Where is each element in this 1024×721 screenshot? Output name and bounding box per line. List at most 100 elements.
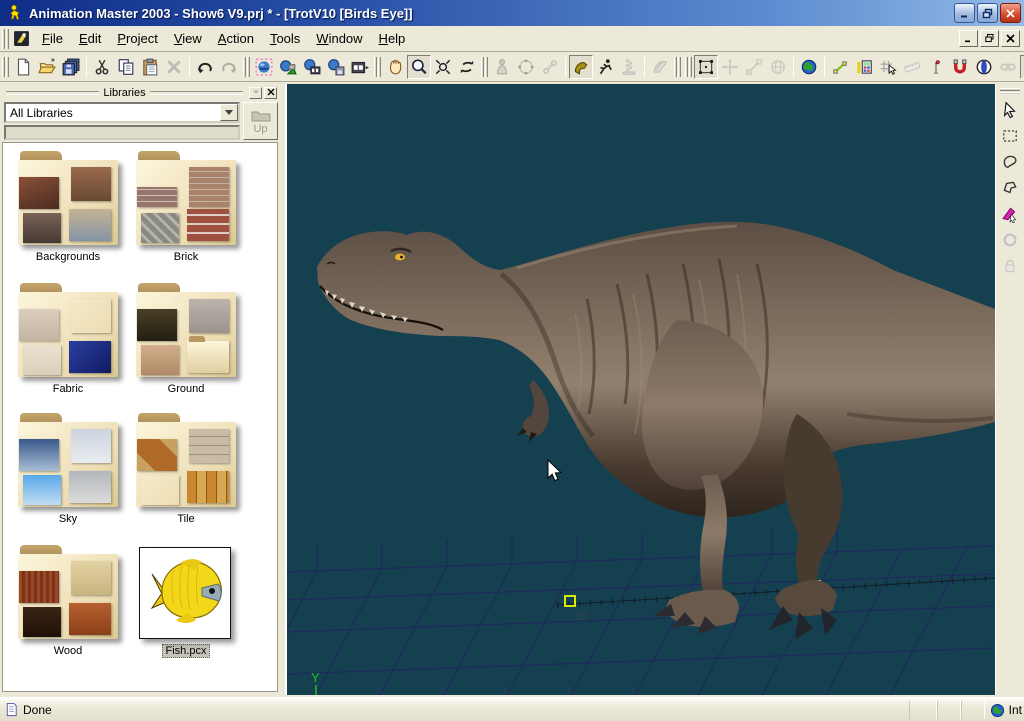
toolbar-gripper[interactable] [1000, 87, 1020, 94]
paste-button[interactable] [138, 55, 162, 79]
render-movie-button[interactable] [300, 55, 324, 79]
combo-dropdown-button[interactable] [220, 104, 238, 121]
mdi-minimize-button[interactable] [959, 30, 978, 47]
chevron-down-icon [252, 88, 260, 96]
pointer-tool-button[interactable] [998, 98, 1022, 122]
link-button[interactable] [996, 55, 1020, 79]
render-to-file-icon [327, 58, 345, 76]
menu-project[interactable]: Project [109, 28, 165, 49]
menu-gripper[interactable] [2, 29, 9, 49]
render-model-button[interactable] [252, 55, 276, 79]
polygon-lasso-select-button[interactable] [998, 176, 1022, 200]
bone-button[interactable] [538, 55, 562, 79]
text-button[interactable]: A [1020, 55, 1024, 79]
translate-button[interactable] [718, 55, 742, 79]
restore-button[interactable] [977, 3, 998, 23]
copy-button[interactable] [114, 55, 138, 79]
library-item-fabric[interactable]: Fabric [9, 283, 127, 397]
toolbar-gripper[interactable] [481, 57, 488, 77]
library-item-label: Backgrounds [33, 251, 103, 263]
render-to-file-button[interactable] [324, 55, 348, 79]
character-button[interactable] [490, 55, 514, 79]
dynamics-button[interactable] [617, 55, 641, 79]
world-wireframe-button[interactable] [766, 55, 790, 79]
save-all-button[interactable] [59, 55, 83, 79]
menu-view[interactable]: View [166, 28, 210, 49]
mdi-restore-button[interactable] [980, 30, 999, 47]
measure-button[interactable] [900, 55, 924, 79]
library-item-ground[interactable]: Ground [127, 283, 245, 397]
menu-help[interactable]: Help [371, 28, 414, 49]
undo-button[interactable] [193, 55, 217, 79]
pin-button[interactable] [924, 55, 948, 79]
toolbar-gripper[interactable] [2, 57, 9, 77]
shell-button[interactable] [648, 55, 672, 79]
group-pick-button[interactable] [998, 202, 1022, 226]
zoom-button[interactable] [407, 55, 431, 79]
library-item-fish[interactable]: Fish.pcx [127, 545, 245, 659]
close-button[interactable] [1000, 3, 1021, 23]
toolbar-gripper[interactable] [674, 57, 681, 77]
redo-button[interactable] [217, 55, 241, 79]
toolbar-separator [189, 57, 190, 77]
skeletal-mode-button[interactable] [593, 55, 617, 79]
render-shaded-button[interactable] [276, 55, 300, 79]
child-window-icon[interactable] [13, 30, 30, 47]
model-vertices-icon [517, 58, 535, 76]
menu-edit[interactable]: Edit [71, 28, 109, 49]
scale-button[interactable] [742, 55, 766, 79]
marquee-select-button[interactable] [998, 124, 1022, 148]
turn-icon [458, 58, 476, 76]
keyframe-marker-20[interactable]: 20 [565, 596, 589, 623]
mdi-close-button[interactable] [1001, 30, 1020, 47]
filmstrip-button[interactable] [348, 55, 372, 79]
magnet-button[interactable] [948, 55, 972, 79]
new-button[interactable] [11, 55, 35, 79]
open-folder-icon [38, 58, 56, 76]
manipulator-box-button[interactable] [694, 55, 718, 79]
library-item-backgrounds[interactable]: Backgrounds [9, 151, 127, 265]
mdi-restore-icon [985, 34, 994, 43]
up-button[interactable]: Up [243, 102, 278, 140]
library-item-sky[interactable]: Sky [9, 413, 127, 527]
library-item-wood[interactable]: Wood [9, 545, 127, 659]
zoom-fit-button[interactable] [431, 55, 455, 79]
open-button[interactable] [35, 55, 59, 79]
snap-grid-button[interactable] [876, 55, 900, 79]
toolbar-gripper[interactable] [243, 57, 250, 77]
library-item-brick[interactable]: Brick [127, 151, 245, 265]
minimize-button[interactable] [954, 3, 975, 23]
libraries-panel-title: Libraries [103, 87, 145, 99]
muscle-mode-button[interactable] [569, 55, 593, 79]
library-item-label: Wood [51, 645, 86, 657]
delete-button[interactable] [162, 55, 186, 79]
turn-button[interactable] [455, 55, 479, 79]
group-pick-icon [1001, 205, 1019, 223]
toolbar-gripper[interactable] [374, 57, 381, 77]
front-back-sphere-button[interactable] [972, 55, 996, 79]
model-vertices-button[interactable] [514, 55, 538, 79]
magnet-icon [951, 58, 969, 76]
toolbar-gripper[interactable] [685, 57, 692, 77]
menu-action[interactable]: Action [210, 28, 262, 49]
menu-file[interactable]: File [34, 28, 71, 49]
menu-window[interactable]: Window [308, 28, 370, 49]
library-item-tile[interactable]: Tile [127, 413, 245, 527]
panel-close-button[interactable] [264, 87, 277, 99]
add-bone-button[interactable] [828, 55, 852, 79]
library-select[interactable]: All Libraries [4, 102, 240, 123]
window-title: Animation Master 2003 - Show6 V9.prj * -… [29, 6, 413, 21]
rotate-tool-button[interactable] [998, 228, 1022, 252]
viewport[interactable]: 20 0 [287, 84, 995, 695]
pointer-icon [1001, 101, 1019, 119]
key-properties-button[interactable] [852, 55, 876, 79]
panel-pin-button[interactable] [249, 87, 262, 99]
lasso-select-button[interactable] [998, 150, 1022, 174]
lock-button[interactable] [998, 254, 1022, 278]
pan-button[interactable] [383, 55, 407, 79]
cut-button[interactable] [90, 55, 114, 79]
status-cell [937, 701, 961, 719]
menu-tools[interactable]: Tools [262, 28, 308, 49]
library-path-field [4, 125, 240, 140]
web-earth-button[interactable] [797, 55, 821, 79]
